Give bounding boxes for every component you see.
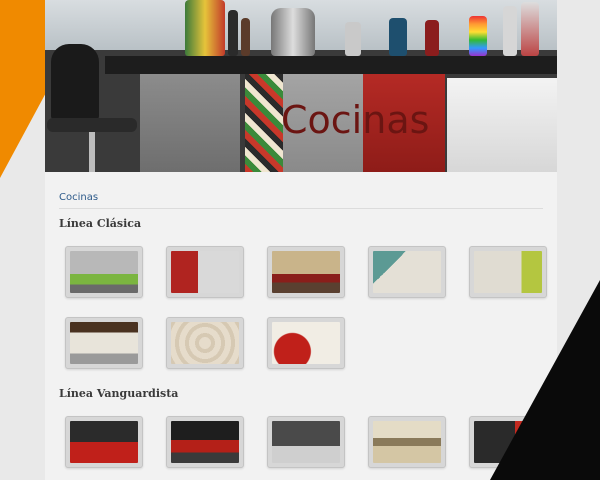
kitchen-photo-icon <box>272 421 340 463</box>
kitchen-photo-icon <box>272 251 340 293</box>
kitchen-photo-icon <box>272 322 340 364</box>
breadcrumb-link-cocinas[interactable]: Cocinas <box>59 192 98 203</box>
gallery-thumbnail[interactable] <box>65 246 143 298</box>
kitchen-photo-icon <box>373 421 441 463</box>
hero-bottle <box>425 20 439 56</box>
kitchen-photo-icon <box>70 322 138 364</box>
hero-pattern-tile <box>245 74 283 172</box>
hero-bottle <box>345 22 361 56</box>
hero-bottle <box>228 10 238 56</box>
gallery-thumbnail[interactable] <box>166 246 244 298</box>
hero-bottle <box>521 2 539 56</box>
hero-bottle <box>503 6 517 56</box>
hero-bottle <box>469 16 487 56</box>
breadcrumb: Cocinas <box>59 192 543 209</box>
hero-title: Cocinas <box>281 98 430 142</box>
gallery-thumbnail[interactable] <box>65 416 143 468</box>
gallery-thumbnail[interactable] <box>267 416 345 468</box>
black-corner-decoration <box>490 280 600 480</box>
hero-bar-stool <box>45 40 140 172</box>
kitchen-photo-icon <box>171 421 239 463</box>
page-content: Cocinas Cocinas Línea Clásica Línea Vang… <box>45 0 557 480</box>
hero-fridge <box>447 78 557 172</box>
gallery-thumbnail[interactable] <box>368 416 446 468</box>
kitchen-photo-icon <box>171 251 239 293</box>
gallery-thumbnail[interactable] <box>166 416 244 468</box>
gallery-thumbnail[interactable] <box>267 317 345 369</box>
kitchen-photo-icon <box>70 251 138 293</box>
kitchen-photo-icon <box>171 322 239 364</box>
gallery-thumbnail[interactable] <box>267 246 345 298</box>
hero-bottle <box>241 18 250 56</box>
hero-tile-art <box>185 0 225 56</box>
section-title-linea-vanguardista: Línea Vanguardista <box>59 387 179 400</box>
hero-counter-top <box>105 56 557 74</box>
gallery-thumbnail[interactable] <box>166 317 244 369</box>
gallery-thumbnail[interactable] <box>368 246 446 298</box>
section-title-linea-clasica: Línea Clásica <box>59 217 142 230</box>
kitchen-photo-icon <box>373 251 441 293</box>
hero-bottle <box>389 18 407 56</box>
gallery-thumbnail[interactable] <box>65 317 143 369</box>
kitchen-photo-icon <box>70 421 138 463</box>
hero-banner: Cocinas <box>45 0 557 172</box>
hero-cabinet <box>140 74 240 172</box>
hero-kettle <box>271 8 315 56</box>
